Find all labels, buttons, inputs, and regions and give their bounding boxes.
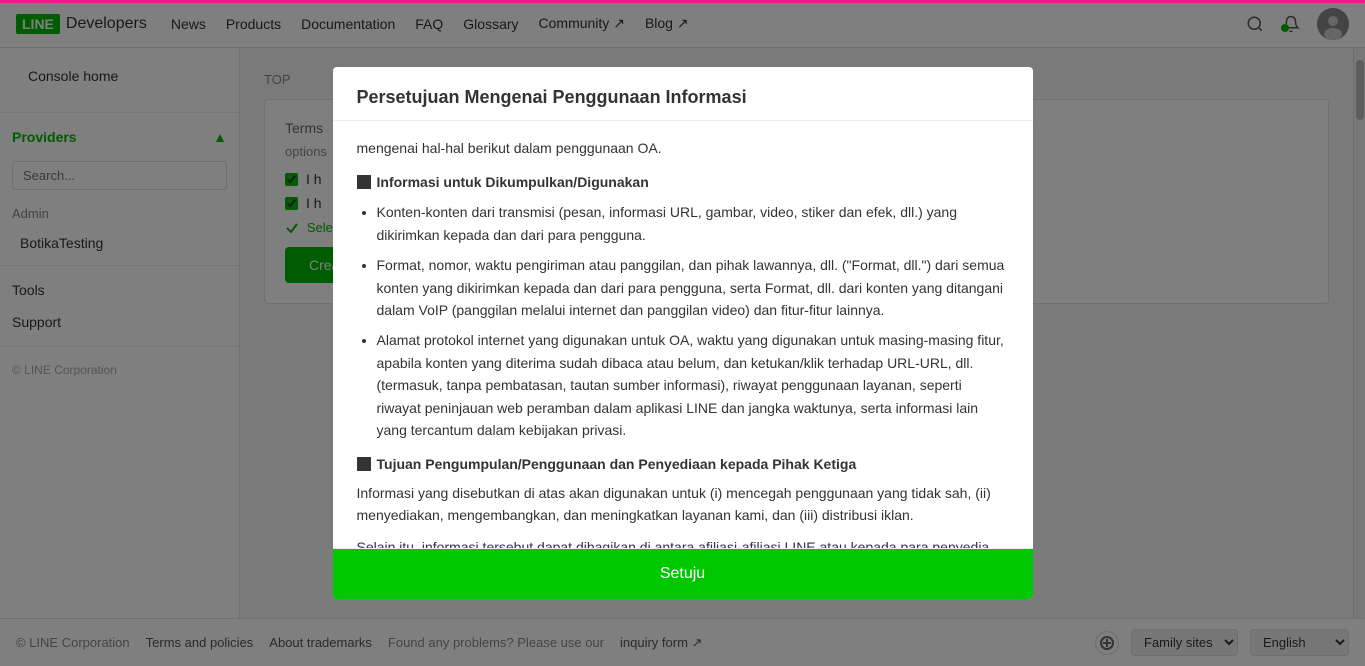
modal-bullet-1: Konten-konten dari transmisi (pesan, inf…	[377, 201, 1009, 246]
modal-bullet-2: Format, nomor, waktu pengiriman atau pan…	[377, 254, 1009, 321]
top-accent-bar	[0, 0, 1365, 3]
modal-bullets: Konten-konten dari transmisi (pesan, inf…	[377, 201, 1009, 441]
section2-square-icon	[357, 457, 371, 471]
modal-bullet-3: Alamat protokol internet yang digunakan …	[377, 329, 1009, 441]
modal-section1-title: Informasi untuk Dikumpulkan/Digunakan	[357, 171, 1009, 193]
modal-intro: mengenai hal-hal berikut dalam penggunaa…	[357, 137, 1009, 159]
agree-button[interactable]: Setuju	[333, 549, 1033, 599]
modal-section2-title: Tujuan Pengumpulan/Penggunaan dan Penyed…	[357, 453, 1009, 475]
modal-para2: Selain itu, informasi tersebut dapat dib…	[357, 536, 1009, 548]
modal-header: Persetujuan Mengenai Penggunaan Informas…	[333, 67, 1033, 121]
modal-footer: Setuju	[333, 548, 1033, 599]
modal-title: Persetujuan Mengenai Penggunaan Informas…	[357, 87, 1009, 108]
modal-overlay[interactable]: Persetujuan Mengenai Penggunaan Informas…	[0, 0, 1365, 666]
section1-title-text: Informasi untuk Dikumpulkan/Digunakan	[377, 171, 649, 193]
modal-para1: Informasi yang disebutkan di atas akan d…	[357, 482, 1009, 527]
modal-dialog: Persetujuan Mengenai Penggunaan Informas…	[333, 67, 1033, 600]
modal-body[interactable]: mengenai hal-hal berikut dalam penggunaa…	[333, 121, 1033, 549]
section1-square-icon	[357, 175, 371, 189]
section2-title-text: Tujuan Pengumpulan/Penggunaan dan Penyed…	[377, 453, 857, 475]
